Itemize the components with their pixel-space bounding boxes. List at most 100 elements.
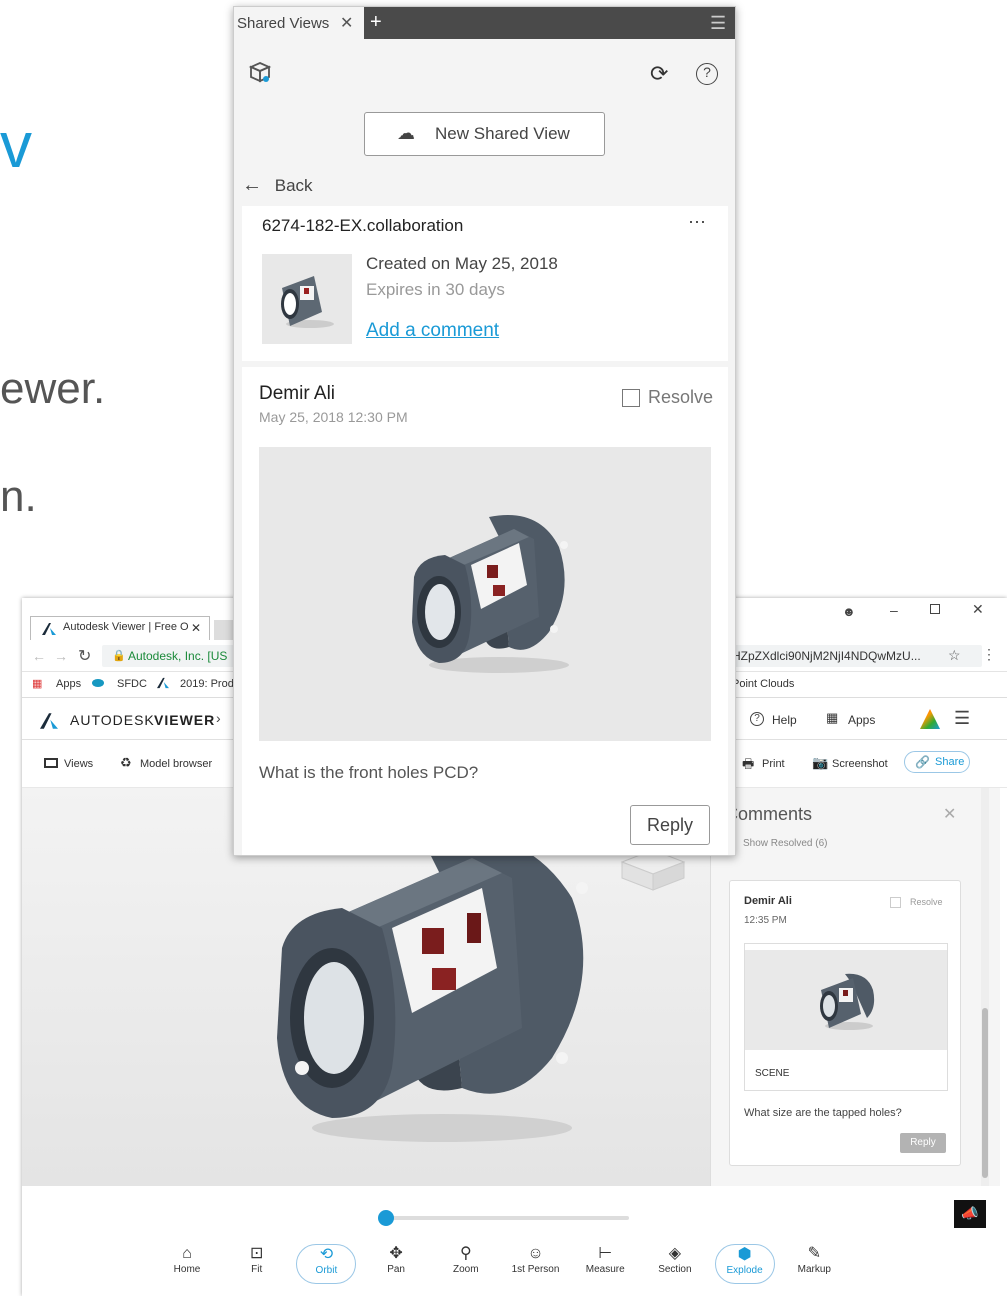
browser-menu-icon[interactable]: ⋮: [982, 646, 996, 663]
created-date: Created on May 25, 2018: [366, 254, 558, 273]
comments-scrollbar[interactable]: [981, 788, 989, 1186]
comment-snapshot[interactable]: [259, 447, 711, 741]
resolve-checkbox[interactable]: [622, 389, 640, 407]
bottom-toolbar: 📣 ⌂ Home ⊡ Fit ⟲ Orbit ✥ Pan ⚲ Zoom ☺ 1st Person ⊢ Me…: [22, 1186, 1007, 1296]
reload-icon[interactable]: ↻: [78, 646, 91, 666]
tool-orbit[interactable]: ⟲ Orbit: [296, 1244, 357, 1284]
apps-link[interactable]: Apps: [848, 713, 875, 727]
tool-label: Zoom: [453, 1264, 479, 1275]
shared-view-name: 6274-182-EX.collaboration: [262, 216, 464, 235]
close-tab-icon[interactable]: ✕: [340, 13, 353, 33]
explode-slider-handle[interactable]: [378, 1210, 394, 1226]
link-icon: 🔗: [915, 755, 930, 769]
chevron-right-icon[interactable]: ›: [216, 710, 221, 726]
comment-text: What is the front holes PCD?: [259, 763, 479, 782]
autodesk-logo-icon: [38, 712, 60, 730]
more-options-icon[interactable]: ⋯: [688, 212, 706, 233]
tool-home[interactable]: ⌂ Home: [157, 1244, 217, 1284]
comment-time: 12:35 PM: [744, 915, 787, 926]
profile-icon[interactable]: ☻: [842, 604, 856, 619]
panel-tab-bar: Shared Views ✕ + ☰: [234, 7, 735, 39]
comments-title: Comments: [725, 804, 813, 824]
tool-measure[interactable]: ⊢ Measure: [575, 1244, 635, 1284]
new-shared-view-label: New Shared View: [435, 124, 570, 143]
tool-1st-person[interactable]: ☺ 1st Person: [506, 1244, 566, 1284]
add-tab-icon[interactable]: +: [370, 11, 382, 34]
print-button[interactable]: Print: [762, 758, 785, 770]
forward-arrow-icon[interactable]: →: [54, 648, 68, 664]
bookmark-star-icon[interactable]: ☆: [948, 647, 961, 664]
bookmark-point-clouds[interactable]: Point Clouds: [732, 678, 794, 690]
screenshot-button[interactable]: Screenshot: [832, 758, 888, 770]
help-icon[interactable]: ?: [696, 63, 718, 85]
print-icon: 🖶: [742, 756, 755, 771]
panel-menu-icon[interactable]: ☰: [710, 13, 726, 34]
minimize-icon[interactable]: –: [890, 602, 898, 618]
hamburger-menu-icon[interactable]: ☰: [954, 708, 970, 729]
bookmark-prod[interactable]: 2019: Prod: [180, 678, 234, 690]
fit-icon: ⊡: [249, 1245, 264, 1262]
resolve-checkbox[interactable]: [890, 897, 901, 908]
autodesk-account-icon[interactable]: [920, 709, 940, 729]
navigation-tools: ⌂ Home ⊡ Fit ⟲ Orbit ✥ Pan ⚲ Zoom ☺ 1st Person ⊢ Meas…: [157, 1244, 857, 1294]
refresh-icon[interactable]: ⟳: [650, 61, 668, 87]
reply-label: Reply: [646, 815, 694, 835]
salesforce-icon: [92, 679, 104, 687]
scrollbar-thumb[interactable]: [982, 1008, 988, 1178]
share-button[interactable]: 🔗 Share: [904, 751, 970, 773]
autodesk-bookmark-icon: [156, 677, 170, 689]
scene-label: SCENE: [755, 1068, 790, 1079]
help-link[interactable]: Help: [772, 713, 797, 727]
model-browser-button[interactable]: Model browser: [140, 758, 212, 770]
browser-tab[interactable]: Autodesk Viewer | Free O ✕: [30, 616, 210, 640]
maximize-icon[interactable]: [930, 604, 940, 614]
secure-label: Autodesk, Inc. [US: [128, 649, 228, 663]
new-shared-view-button[interactable]: ☁ New Shared View: [364, 112, 605, 156]
brand-product: VIEWER: [154, 712, 216, 728]
back-link[interactable]: ← Back: [242, 174, 313, 197]
reply-label: Reply: [910, 1137, 936, 1148]
apps-grid-icon: ▦: [826, 710, 839, 725]
tool-label: Home: [173, 1264, 201, 1275]
tool-fit[interactable]: ⊡ Fit: [227, 1244, 287, 1284]
slide-title-fragment: v: [0, 109, 32, 181]
tool-label: Measure: [585, 1264, 625, 1275]
back-arrow-icon: ←: [242, 174, 262, 196]
announcement-icon[interactable]: 📣: [954, 1200, 986, 1228]
views-icon: [44, 758, 58, 768]
tool-markup[interactable]: ✎ Markup: [784, 1244, 844, 1284]
bookmark-apps[interactable]: Apps: [56, 678, 81, 690]
close-comments-icon[interactable]: ✕: [943, 804, 956, 824]
markup-icon: ✎: [807, 1245, 821, 1262]
reply-button[interactable]: Reply: [900, 1133, 946, 1153]
add-comment-link[interactable]: Add a comment: [366, 320, 499, 342]
bookmark-sfdc[interactable]: SFDC: [117, 678, 147, 690]
resolve-label: Resolve: [648, 387, 714, 407]
shared-views-tab[interactable]: Shared Views ✕: [234, 7, 364, 39]
coupling-thumbnail: [281, 276, 334, 328]
comment-snapshot[interactable]: SCENE: [744, 943, 948, 1091]
expires-text: Expires in 30 days: [366, 280, 505, 299]
coupling-model-render: [277, 834, 588, 1142]
coupling-thumbnail: [820, 973, 875, 1030]
back-arrow-icon[interactable]: ←: [32, 648, 46, 664]
reply-button[interactable]: Reply: [630, 805, 710, 845]
tool-label: Pan: [387, 1264, 405, 1275]
shared-views-cube-icon: [248, 61, 272, 85]
tool-section[interactable]: ◈ Section: [645, 1244, 705, 1284]
tool-label: Markup: [797, 1264, 831, 1275]
model-browser-icon: ♻: [120, 755, 132, 770]
close-tab-icon[interactable]: ✕: [191, 621, 201, 635]
tool-zoom[interactable]: ⚲ Zoom: [436, 1244, 496, 1284]
explode-slider-track[interactable]: [378, 1210, 629, 1226]
tool-explode[interactable]: ⬢ Explode: [714, 1244, 775, 1284]
explode-icon: ⬢: [737, 1246, 752, 1263]
comment-text: What size are the tapped holes?: [744, 1107, 902, 1119]
shared-view-thumbnail[interactable]: [262, 254, 352, 344]
tool-pan[interactable]: ✥ Pan: [366, 1244, 426, 1284]
brand-name: AUTODESK: [70, 712, 155, 728]
shared-view-card: 6274-182-EX.collaboration ⋯ Created on M…: [242, 206, 728, 361]
close-window-icon[interactable]: ✕: [972, 601, 984, 618]
shared-view-comment-card: Demir Ali May 25, 2018 12:30 PM Resolve …: [242, 367, 728, 855]
views-button[interactable]: Views: [64, 758, 93, 770]
